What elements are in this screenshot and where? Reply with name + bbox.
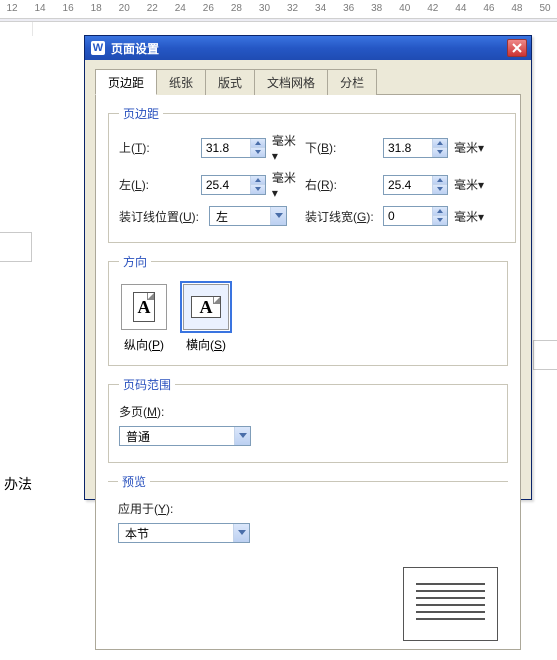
close-icon — [512, 43, 522, 53]
orientation-landscape-label: 横向(S) — [186, 336, 226, 353]
tab-layout[interactable]: 版式 — [205, 69, 255, 95]
close-button[interactable] — [507, 39, 527, 57]
ruler-tick: 38 — [371, 3, 382, 14]
chevron-up-icon[interactable] — [433, 139, 447, 148]
ruler-tick: 16 — [63, 3, 74, 14]
ruler-tick: 20 — [119, 3, 130, 14]
margin-right-spinner[interactable] — [383, 175, 448, 195]
ruler-tick: 44 — [455, 3, 466, 14]
margin-left-label: 左(L): — [119, 176, 197, 193]
margin-bottom-input[interactable] — [384, 139, 432, 157]
ruler-tick: 50 — [539, 3, 550, 14]
ruler-tick: 40 — [399, 3, 410, 14]
margins-group: 页边距 上(T): 毫米▾ 下(B): — [108, 105, 516, 243]
preview-legend: 预览 — [118, 473, 150, 490]
ruler-tick: 28 — [231, 3, 242, 14]
titlebar[interactable]: W 页面设置 — [85, 36, 531, 60]
ruler-tick: 14 — [34, 3, 45, 14]
page-setup-dialog: W 页面设置 页边距 纸张 版式 文档网格 分栏 页边距 上 — [84, 35, 532, 500]
chevron-down-icon[interactable] — [251, 185, 265, 194]
margin-top-spinner[interactable] — [201, 138, 266, 158]
margin-right-unit: 毫米▾ — [454, 176, 484, 193]
orientation-landscape[interactable]: A 横向(S) — [183, 284, 229, 353]
margin-bottom-spinner[interactable] — [383, 138, 448, 158]
margin-bottom-unit: 毫米▾ — [454, 139, 484, 156]
margin-top-unit: 毫米▾ — [272, 132, 299, 163]
ruler-tick: 46 — [483, 3, 494, 14]
pages-legend: 页码范围 — [119, 376, 175, 393]
ruler-tick: 22 — [147, 3, 158, 14]
gutter-width-input[interactable] — [384, 207, 432, 225]
margin-left-unit: 毫米▾ — [272, 169, 299, 200]
orientation-group: 方向 A 纵向(P) A 横向(S) — [108, 253, 508, 366]
preview-thumbnail — [403, 567, 498, 641]
ruler-tick: 24 — [175, 3, 186, 14]
margin-top-input[interactable] — [202, 139, 250, 157]
chevron-up-icon[interactable] — [251, 176, 265, 185]
ruler-tick: 30 — [259, 3, 270, 14]
dialog-title: 页面设置 — [111, 40, 501, 57]
margin-bottom-label: 下(B): — [305, 139, 379, 156]
tab-paper[interactable]: 纸张 — [156, 69, 206, 95]
document-text: 办法 — [4, 474, 32, 494]
tab-panel-margins: 页边距 上(T): 毫米▾ 下(B): — [95, 95, 521, 650]
chevron-up-icon[interactable] — [433, 176, 447, 185]
chevron-down-icon[interactable] — [433, 148, 447, 157]
page-edge — [533, 340, 557, 370]
margins-legend: 页边距 — [119, 105, 163, 122]
tab-docgrid[interactable]: 文档网格 — [254, 69, 328, 95]
ruler-tick: 18 — [91, 3, 102, 14]
multi-pages-label: 多页(M): — [119, 403, 164, 420]
gutter-pos-label: 装订线位置(U): — [119, 208, 205, 225]
tab-bar: 页边距 纸张 版式 文档网格 分栏 — [95, 68, 521, 95]
tab-columns[interactable]: 分栏 — [327, 69, 377, 95]
chevron-up-icon[interactable] — [251, 139, 265, 148]
app-icon: W — [91, 41, 105, 55]
pages-group: 页码范围 多页(M): 普通 — [108, 376, 508, 463]
ruler[interactable]: 12 14 16 18 20 22 24 26 28 30 32 34 36 38 40 42 44 46 48 50 — [0, 0, 557, 18]
chevron-down-icon — [234, 427, 250, 445]
ruler-tick: 36 — [343, 3, 354, 14]
ruler-tick: 34 — [315, 3, 326, 14]
margin-top-label: 上(T): — [119, 139, 197, 156]
chevron-up-icon[interactable] — [433, 207, 447, 216]
gutter-width-unit: 毫米▾ — [454, 208, 484, 225]
ruler-tick: 12 — [6, 3, 17, 14]
orientation-portrait[interactable]: A 纵向(P) — [121, 284, 167, 353]
orientation-legend: 方向 — [119, 253, 151, 270]
multi-pages-select[interactable]: 普通 — [119, 426, 251, 446]
margin-left-spinner[interactable] — [201, 175, 266, 195]
margin-right-label: 右(R): — [305, 176, 379, 193]
margin-left-input[interactable] — [202, 176, 250, 194]
ruler-tick: 42 — [427, 3, 438, 14]
gutter-width-label: 装订线宽(G): — [305, 208, 379, 225]
tab-margins[interactable]: 页边距 — [95, 69, 157, 95]
apply-to-label: 应用于(Y): — [118, 500, 173, 517]
ruler-tick: 32 — [287, 3, 298, 14]
ruler-tick: 48 — [511, 3, 522, 14]
chevron-down-icon[interactable] — [433, 185, 447, 194]
chevron-down-icon — [233, 524, 249, 542]
apply-to-select[interactable]: 本节 — [118, 523, 250, 543]
page-edge — [0, 232, 32, 262]
margin-right-input[interactable] — [384, 176, 432, 194]
chevron-down-icon[interactable] — [251, 148, 265, 157]
chevron-down-icon — [270, 207, 286, 225]
ruler-tick: 26 — [203, 3, 214, 14]
orientation-portrait-label: 纵向(P) — [124, 336, 164, 353]
gutter-width-spinner[interactable] — [383, 206, 448, 226]
chevron-down-icon[interactable] — [433, 216, 447, 225]
gutter-pos-select[interactable]: 左 — [209, 206, 287, 226]
